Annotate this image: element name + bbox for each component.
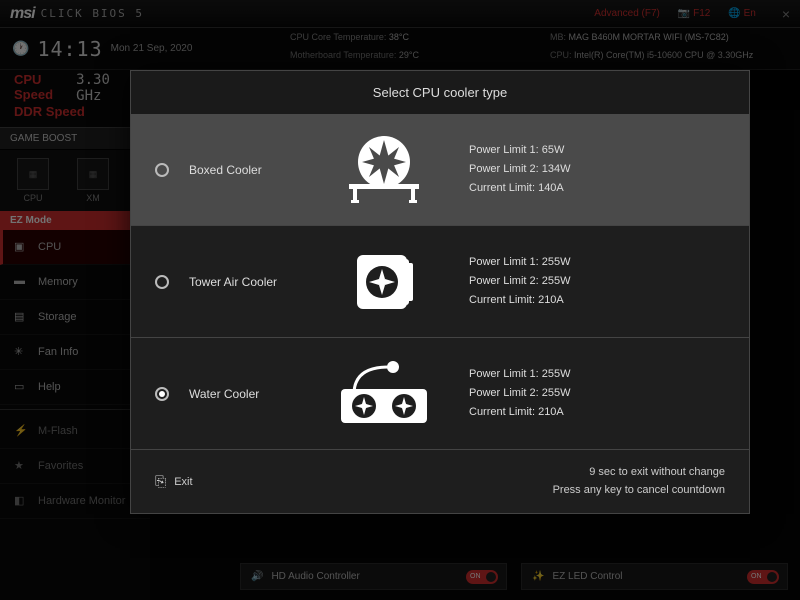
cooler-specs: Power Limit 1: 255W Power Limit 2: 255W … <box>469 253 570 309</box>
cooler-specs: Power Limit 1: 255W Power Limit 2: 255W … <box>469 365 570 421</box>
exit-button[interactable]: ⎘ Exit <box>155 473 193 490</box>
power-limit-1: Power Limit 1: 255W <box>469 365 570 384</box>
cooler-type-modal: Select CPU cooler type Boxed Cooler Powe… <box>130 70 750 514</box>
current-limit: Current Limit: 210A <box>469 291 570 310</box>
countdown-hint: Press any key to cancel countdown <box>553 482 725 500</box>
cooler-specs: Power Limit 1: 65W Power Limit 2: 134W C… <box>469 141 570 197</box>
cooler-label: Boxed Cooler <box>189 163 299 177</box>
water-cooler-icon <box>319 356 449 431</box>
power-limit-2: Power Limit 2: 255W <box>469 384 570 403</box>
power-limit-1: Power Limit 1: 65W <box>469 141 570 160</box>
current-limit: Current Limit: 140A <box>469 179 570 198</box>
radio-checked-icon[interactable] <box>155 387 169 401</box>
power-limit-1: Power Limit 1: 255W <box>469 253 570 272</box>
cooler-option-boxed[interactable]: Boxed Cooler Power Limit 1: 65W Power Li… <box>131 114 749 226</box>
exit-label: Exit <box>174 476 192 488</box>
countdown-block: 9 sec to exit without change Press any k… <box>553 464 725 499</box>
modal-footer: ⎘ Exit 9 sec to exit without change Pres… <box>131 450 749 513</box>
power-limit-2: Power Limit 2: 134W <box>469 160 570 179</box>
tower-cooler-icon <box>319 244 449 319</box>
current-limit: Current Limit: 210A <box>469 403 570 422</box>
boxed-cooler-icon <box>319 132 449 207</box>
modal-title: Select CPU cooler type <box>131 71 749 114</box>
radio-unchecked-icon[interactable] <box>155 163 169 177</box>
radio-unchecked-icon[interactable] <box>155 275 169 289</box>
cooler-option-tower[interactable]: Tower Air Cooler Power Limit 1: 255W Pow… <box>131 226 749 338</box>
countdown-text: 9 sec to exit without change <box>553 464 725 482</box>
cooler-option-water[interactable]: Water Cooler Power Limit 1: 255W Power L… <box>131 338 749 450</box>
power-limit-2: Power Limit 2: 255W <box>469 272 570 291</box>
exit-icon: ⎘ <box>155 473 166 490</box>
cooler-label: Tower Air Cooler <box>189 275 299 289</box>
cooler-label: Water Cooler <box>189 387 299 401</box>
